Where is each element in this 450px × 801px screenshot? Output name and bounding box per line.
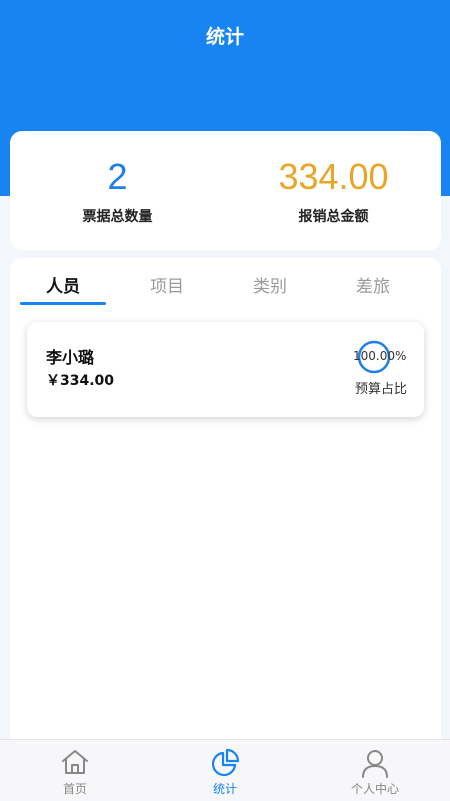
total-amount-value: 334.00 (278, 156, 389, 197)
ticket-count-section: 2 票据总数量 (10, 131, 225, 226)
page-title: 统计 (205, 26, 244, 48)
category-tabs: 人员 项目 类别 差旅 (20, 272, 435, 306)
ticket-count-value: 2 (107, 156, 128, 197)
tabbar-label-profile: 个人中心 (350, 782, 399, 796)
budget-ratio-label: 预算占比 (355, 382, 408, 397)
tabbar-label-statistics: 统计 (212, 782, 237, 796)
tabbar-label-home: 首页 (62, 782, 87, 796)
person-stat-card[interactable]: 李小璐 ￥334.00 100.00% 预算占比 (27, 322, 424, 417)
person-amount: ￥334.00 (46, 373, 115, 389)
ticket-count-label: 票据总数量 (82, 209, 153, 225)
tabbar-item-statistics[interactable]: 统计 (150, 740, 300, 801)
pie-chart-icon (211, 748, 240, 777)
total-amount-section: 334.00 报销总金额 (226, 131, 441, 226)
tabbar-item-profile[interactable]: 个人中心 (300, 740, 450, 801)
statistics-content-card: 人员 项目 类别 差旅 李小璐 ￥334.00 100.00% 预算占比 (10, 258, 441, 758)
active-tab-indicator (20, 302, 106, 305)
tabbar-item-home[interactable]: 首页 (0, 740, 150, 801)
tab-category[interactable]: 类别 (227, 272, 313, 306)
tab-people[interactable]: 人员 (20, 272, 106, 306)
tab-project[interactable]: 项目 (124, 272, 210, 306)
budget-ratio-value: 100.00% (353, 349, 407, 363)
total-amount-label: 报销总金额 (298, 209, 369, 225)
person-name: 李小璐 (46, 348, 95, 367)
bottom-tab-bar: 首页 统计 个人中心 (0, 739, 450, 800)
summary-card: 2 票据总数量 334.00 报销总金额 (10, 131, 441, 250)
user-icon (362, 750, 388, 778)
home-icon (62, 750, 88, 774)
tab-travel[interactable]: 差旅 (330, 272, 416, 306)
